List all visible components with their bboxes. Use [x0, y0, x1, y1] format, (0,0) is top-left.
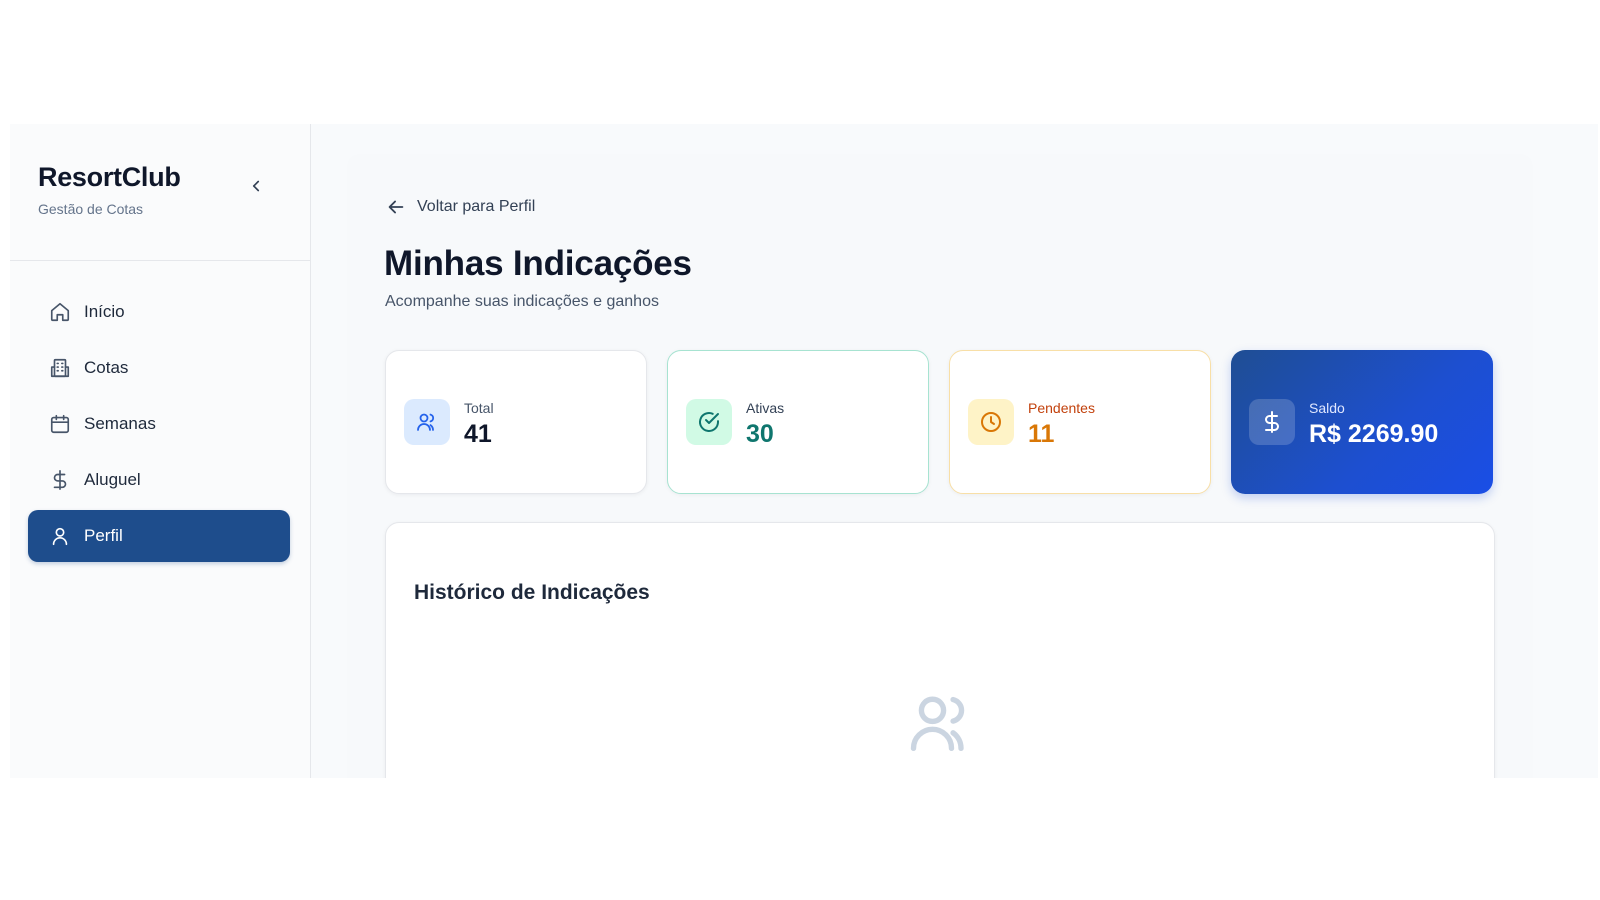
back-link-label: Voltar para Perfil — [417, 198, 536, 215]
stat-card-pendentes: Pendentes 11 — [949, 350, 1211, 494]
stat-value: 41 — [464, 419, 492, 448]
user-icon — [48, 524, 72, 548]
brand-subtitle: Gestão de Cotas — [38, 201, 144, 217]
page-title: Minhas Indicações — [384, 244, 692, 283]
sidebar-divider — [10, 260, 310, 261]
sidebar-item-perfil[interactable]: Perfil — [28, 510, 290, 562]
sidebar-item-cotas[interactable]: Cotas — [28, 342, 290, 394]
sidebar-item-label: Aluguel — [84, 470, 141, 489]
history-title: Histórico de Indicações — [414, 581, 650, 604]
stat-value: 11 — [1028, 419, 1055, 448]
sidebar-nav: Início Cotas Semanas Aluguel Perfil — [28, 286, 290, 566]
sidebar-item-label: Cotas — [84, 358, 129, 377]
brand-title: ResortClub — [38, 162, 181, 192]
dollar-icon — [48, 468, 72, 492]
collapse-sidebar-button[interactable] — [244, 174, 268, 198]
stat-card-ativas: Ativas 30 — [667, 350, 929, 494]
brand: ResortClub Gestão de Cotas — [38, 162, 181, 217]
main-content: Voltar para Perfil Minhas Indicações Aco… — [311, 124, 1598, 778]
stat-label: Saldo — [1309, 399, 1345, 416]
stat-card-saldo: Saldo R$ 2269.90 — [1231, 350, 1493, 494]
stat-label: Total — [464, 399, 494, 416]
dollar-icon — [1249, 399, 1295, 445]
building-icon — [48, 356, 72, 380]
home-icon — [48, 300, 72, 324]
check-circle-icon — [686, 399, 732, 445]
back-to-profile-link[interactable]: Voltar para Perfil — [385, 196, 535, 218]
calendar-icon — [48, 412, 72, 436]
sidebar-item-label: Semanas — [84, 414, 156, 433]
arrow-left-icon — [388, 200, 404, 214]
users-icon — [910, 696, 965, 752]
stat-value: R$ 2269.90 — [1309, 419, 1439, 448]
sidebar: ResortClub Gestão de Cotas Início Cotas — [10, 124, 311, 778]
stat-value: 30 — [746, 419, 774, 448]
page-subtitle: Acompanhe suas indicações e ganhos — [385, 293, 659, 310]
clock-icon — [968, 399, 1014, 445]
sidebar-item-label: Perfil — [84, 526, 123, 545]
users-icon — [404, 399, 450, 445]
app-window: ResortClub Gestão de Cotas Início Cotas — [10, 124, 1598, 778]
sidebar-item-semanas[interactable]: Semanas — [28, 398, 290, 450]
referral-history-card: Histórico de Indicações — [385, 522, 1495, 778]
sidebar-item-inicio[interactable]: Início — [28, 286, 290, 338]
sidebar-item-label: Início — [84, 302, 125, 321]
stat-label: Pendentes — [1028, 399, 1095, 416]
stat-card-total: Total 41 — [385, 350, 647, 494]
chevron-left-icon — [252, 180, 260, 192]
sidebar-item-aluguel[interactable]: Aluguel — [28, 454, 290, 506]
stat-label: Ativas — [746, 399, 785, 416]
